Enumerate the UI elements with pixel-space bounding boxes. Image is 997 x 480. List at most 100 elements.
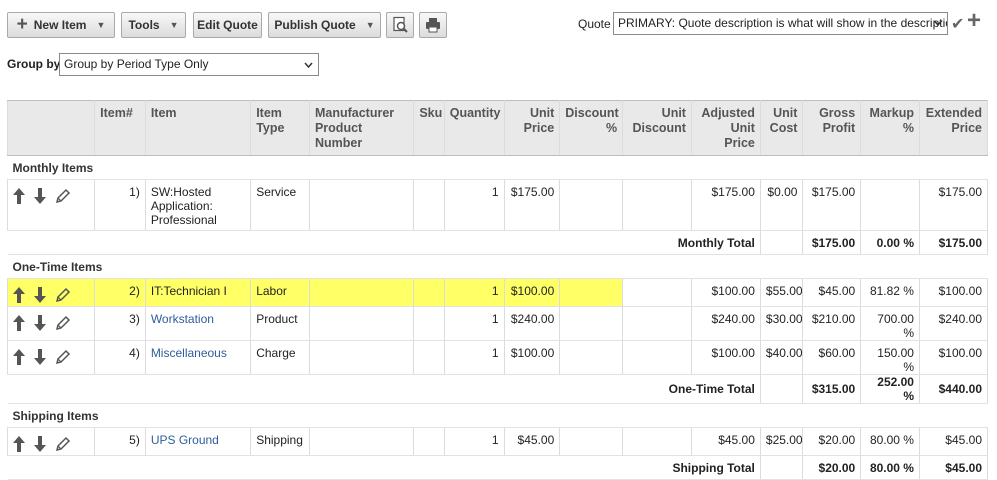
tools-button[interactable]: Tools ▼ [121, 12, 186, 38]
adjusted-unit-price: $175.00 [690, 179, 761, 231]
total-markup: 252.00 % [860, 374, 920, 404]
new-item-button[interactable]: + New Item ▼ [7, 12, 115, 38]
col-extended-price[interactable]: Extended Price [918, 100, 989, 156]
row-actions [6, 340, 96, 375]
arrow-up-icon[interactable] [13, 315, 25, 331]
col-unit-discount[interactable]: Unit Discount [622, 100, 692, 156]
adjusted-unit-price: $100.00 [690, 340, 761, 375]
group-total-row: Monthly Total $175.00 0.00 % $175.00 [7, 230, 989, 255]
pencil-icon[interactable] [55, 436, 71, 452]
print-button[interactable] [419, 12, 447, 38]
unit-cost: $40.00 [759, 340, 804, 375]
magnify-document-icon [393, 16, 408, 33]
manufacturer-number [308, 179, 415, 231]
group-row: Shipping Items [7, 403, 988, 428]
edit-quote-button[interactable]: Edit Quote [193, 12, 262, 38]
col-sku[interactable]: Sku [413, 100, 445, 156]
quote-label: Quote [578, 17, 611, 31]
total-gross-profit: $20.00 [802, 455, 862, 480]
sku [413, 179, 445, 231]
group-name: One-Time Items [7, 254, 988, 279]
discount-pct [559, 306, 624, 341]
unit-discount [622, 278, 692, 307]
col-item-num[interactable]: Item# [94, 100, 146, 156]
col-discount-pct[interactable]: Discount % [559, 100, 624, 156]
item-type: Charge [250, 340, 310, 375]
col-actions [6, 100, 96, 156]
preview-button[interactable] [386, 12, 414, 38]
arrow-down-icon[interactable] [34, 315, 46, 331]
discount-pct [559, 278, 624, 307]
unit-cost: $30.00 [759, 306, 804, 341]
arrow-up-icon[interactable] [13, 436, 25, 452]
unit-price: $175.00 [503, 179, 561, 231]
gross-profit: $175.00 [802, 179, 862, 231]
pencil-icon[interactable] [55, 315, 71, 331]
edit-quote-label: Edit Quote [197, 18, 258, 32]
col-manufacturer[interactable]: Manufacturer Product Number [308, 100, 415, 156]
sku [413, 340, 445, 375]
item-name[interactable]: Miscellaneous [144, 340, 252, 375]
quantity: 1 [443, 179, 505, 231]
gross-profit: $210.00 [802, 306, 862, 341]
add-quote-plus-icon[interactable]: + [967, 9, 981, 33]
sku [413, 427, 445, 456]
caret-down-icon: ▼ [365, 20, 375, 30]
new-item-label: New Item [33, 18, 87, 32]
quote-items-table: Item# Item Item Type Manufacturer Produc… [6, 100, 989, 480]
manufacturer-number [308, 306, 415, 341]
unit-cost: $0.00 [759, 179, 804, 231]
plus-icon: + [16, 14, 28, 35]
publish-quote-button[interactable]: Publish Quote ▼ [268, 12, 381, 38]
checkmark-icon[interactable]: ✔ [951, 14, 964, 34]
col-unit-cost[interactable]: Unit Cost [759, 100, 804, 156]
group-by-label: Group by [7, 57, 61, 71]
item-name: IT:Technician I [144, 278, 252, 307]
item-number: 5) [94, 427, 146, 456]
pencil-icon[interactable] [55, 287, 71, 303]
item-name: SW:Hosted Application: Professional [144, 179, 252, 231]
row-actions [6, 179, 96, 231]
quote-select[interactable]: PRIMARY: Quote description is what will … [613, 12, 948, 35]
col-item-type[interactable]: Item Type [250, 100, 310, 156]
pencil-icon[interactable] [55, 188, 71, 204]
col-quantity[interactable]: Quantity [443, 100, 505, 156]
gross-profit: $45.00 [802, 278, 862, 307]
pencil-icon[interactable] [55, 349, 71, 365]
chevron-down-icon [934, 20, 942, 27]
col-gross-profit[interactable]: Gross Profit [802, 100, 862, 156]
arrow-up-icon[interactable] [13, 287, 25, 303]
arrow-down-icon[interactable] [34, 349, 46, 365]
col-adjusted-unit-price[interactable]: Adjusted Unit Price [690, 100, 761, 156]
arrow-up-icon[interactable] [13, 349, 25, 365]
markup-pct: 80.00 % [860, 427, 920, 456]
arrow-down-icon[interactable] [34, 436, 46, 452]
group-by-select[interactable]: Group by Period Type Only [59, 53, 319, 76]
group-total-row: One-Time Total $315.00 252.00 % $440.00 [7, 374, 989, 404]
gross-profit: $20.00 [802, 427, 862, 456]
total-extended: $440.00 [918, 374, 989, 404]
item-number: 2) [94, 278, 146, 307]
discount-pct [559, 427, 624, 456]
col-item[interactable]: Item [144, 100, 252, 156]
group-name: Shipping Items [7, 403, 988, 428]
total-markup: 0.00 % [860, 230, 920, 255]
markup-pct: 700.00 % [860, 306, 920, 341]
arrow-down-icon[interactable] [34, 188, 46, 204]
item-name[interactable]: Workstation [144, 306, 252, 341]
arrow-down-icon[interactable] [34, 287, 46, 303]
discount-pct [559, 179, 624, 231]
group-name: Monthly Items [7, 155, 988, 180]
table-row: 4) Miscellaneous Charge 1 $100.00 $100.00 $40.… [6, 340, 989, 375]
manufacturer-number [308, 340, 415, 375]
item-name[interactable]: UPS Ground [144, 427, 252, 456]
quantity: 1 [443, 427, 505, 456]
col-unit-price[interactable]: Unit Price [503, 100, 561, 156]
total-extended: $45.00 [918, 455, 989, 480]
unit-price: $45.00 [503, 427, 561, 456]
unit-discount [622, 179, 692, 231]
unit-cost: $55.00 [759, 278, 804, 307]
col-markup-pct[interactable]: Markup % [860, 100, 920, 156]
arrow-up-icon[interactable] [13, 188, 25, 204]
tools-label: Tools [128, 18, 160, 32]
